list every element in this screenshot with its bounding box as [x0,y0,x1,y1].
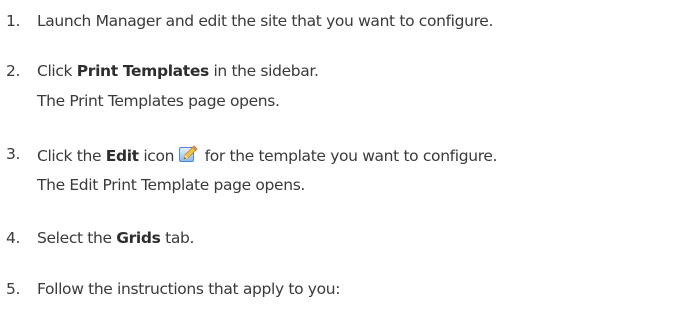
ui-term-edit: Edit [105,147,139,165]
step-number: 4. [6,229,21,247]
step-text: Follow the instructions that apply to yo… [37,280,341,298]
step-text-after: tab. [160,229,195,247]
step-text: Click the Edit icon for the template you… [37,144,497,166]
step-text: Select the Grids tab. [37,228,194,248]
edit-icon [178,144,198,164]
step-text-before: Click [37,62,77,80]
step-number: 3. [6,145,21,163]
step-text-middle: icon [138,147,175,165]
instruction-steps: 1. Launch Manager and edit the site that… [0,0,694,320]
step-text-after: in the sidebar. [208,62,319,80]
step-text-before: Select the [37,229,117,247]
step-result: The Print Templates page opens. [37,92,280,110]
step-text: Click Print Templates in the sidebar. [37,61,319,81]
step-text-before: Click the [37,147,106,165]
step-text-after: for the template you want to configure. [200,147,498,165]
ui-term-print-templates: Print Templates [76,62,209,80]
step-text: Launch Manager and edit the site that yo… [37,12,494,30]
ui-term-grids: Grids [116,229,161,247]
step-number: 5. [6,280,21,298]
step-result: The Edit Print Template page opens. [37,176,306,194]
step-number: 2. [6,62,21,80]
step-number: 1. [6,12,21,30]
